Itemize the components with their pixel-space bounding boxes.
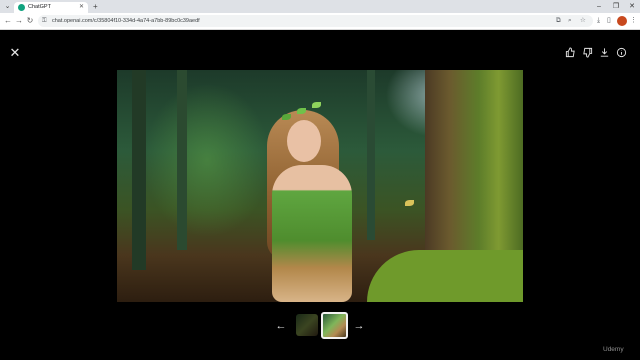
reload-icon[interactable]: ↻ (25, 15, 35, 27)
chatgpt-favicon-icon (18, 4, 25, 11)
url-text: chat.openai.com/c/35804f10-334d-4a74-a7b… (52, 18, 200, 24)
image-viewer: ✕ ← → (0, 30, 640, 360)
leaf-crown (282, 114, 291, 120)
browser-toolbar: ← → ↻ ⚿ chat.openai.com/c/35804f10-334d-… (0, 13, 640, 30)
image-thumbnail-1[interactable] (296, 314, 318, 336)
window-close-icon[interactable]: ✕ (625, 1, 639, 12)
udemy-watermark: Udemy (603, 346, 624, 353)
side-panel-icon[interactable]: ▯ (607, 15, 611, 27)
profile-avatar[interactable] (617, 16, 627, 26)
new-tab-icon[interactable]: + (93, 1, 98, 12)
minimize-icon[interactable]: – (592, 1, 606, 12)
site-info-icon[interactable]: ⚿ (42, 15, 47, 27)
thumbnail-strip: ← → (0, 312, 640, 340)
elf-face (287, 120, 321, 162)
elf-leaf-dress (272, 165, 352, 302)
tab-search-icon[interactable]: ⌄ (3, 2, 12, 11)
zoom-icon[interactable]: ⌕ (568, 15, 572, 27)
restore-icon[interactable]: ❐ (609, 1, 623, 12)
browser-tab[interactable]: ChatGPT ✕ (14, 2, 88, 13)
background-tree (177, 70, 187, 250)
leaf-crown (312, 102, 321, 108)
info-icon[interactable] (614, 47, 628, 61)
browser-tab-strip: ⌄ ChatGPT ✕ + – ❐ ✕ (0, 0, 640, 13)
address-bar[interactable]: ⚿ chat.openai.com/c/35804f10-334d-4a74-a… (38, 15, 593, 27)
falling-leaf (405, 200, 414, 206)
tab-close-icon[interactable]: ✕ (79, 3, 84, 12)
bookmark-star-icon[interactable]: ☆ (580, 15, 586, 27)
leaf-crown (297, 108, 306, 114)
tab-title: ChatGPT (28, 4, 51, 10)
image-thumbnail-2-selected[interactable] (321, 312, 348, 339)
chrome-menu-icon[interactable]: ⋮ (630, 15, 637, 27)
mossy-roots (367, 250, 523, 302)
background-tree (367, 70, 375, 240)
thumbs-up-icon[interactable] (563, 47, 577, 61)
background-tree (132, 70, 146, 270)
back-icon[interactable]: ← (3, 15, 13, 27)
download-icon[interactable] (597, 47, 611, 61)
thumbs-down-icon[interactable] (580, 47, 594, 61)
close-viewer-icon[interactable]: ✕ (8, 46, 22, 59)
generated-image (117, 70, 523, 302)
previous-image-icon[interactable]: ← (274, 319, 288, 333)
forward-icon[interactable]: → (14, 15, 24, 27)
translate-icon[interactable]: ⧉ (556, 15, 561, 27)
next-image-icon[interactable]: → (352, 319, 366, 333)
downloads-icon[interactable]: ⤓ (597, 15, 600, 27)
